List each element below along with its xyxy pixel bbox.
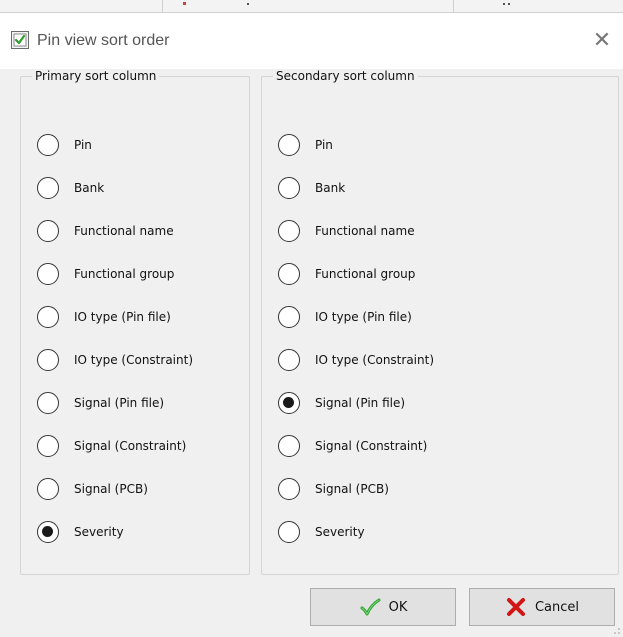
radio-label: IO type (Constraint) (315, 353, 434, 367)
cancel-button[interactable]: Cancel (469, 588, 615, 626)
sort-order-dialog: Pin view sort order ✕ Primary sort colum… (0, 14, 623, 637)
cancel-button-label: Cancel (534, 599, 580, 615)
primary-radio-bank[interactable]: Bank (37, 175, 104, 201)
primary-sort-legend: Primary sort column (35, 69, 157, 83)
radio-selected-indicator[interactable] (37, 521, 59, 543)
radio-label: Bank (74, 181, 105, 195)
resize-grip-icon[interactable] (613, 627, 621, 635)
radio-indicator[interactable] (278, 134, 300, 156)
primary-radio-signal-constraint[interactable]: Signal (Constraint) (37, 433, 186, 459)
title-bar[interactable]: Pin view sort order ✕ (0, 14, 623, 69)
radio-label: Signal (PCB) (74, 482, 148, 496)
secondary-sort-legend: Secondary sort column (276, 69, 415, 83)
background-dot (503, 3, 505, 5)
secondary-sort-group: Secondary sort column Pin Bank Functional … (261, 69, 619, 575)
radio-label: Signal (PCB) (315, 482, 389, 496)
primary-radio-io-type-pin-file[interactable]: IO type (Pin file) (37, 304, 171, 330)
secondary-radio-io-type-pin-file[interactable]: IO type (Pin file) (278, 304, 412, 330)
dialog-client-area: Primary sort column Pin Bank Functional na… (0, 69, 623, 637)
radio-label: Bank (315, 181, 346, 195)
radio-indicator[interactable] (37, 220, 59, 242)
radio-label: IO type (Pin file) (74, 310, 171, 324)
radio-indicator[interactable] (278, 435, 300, 457)
secondary-radio-signal-constraint[interactable]: Signal (Constraint) (278, 433, 427, 459)
ok-button-label: OK (388, 599, 408, 615)
primary-radio-functional-name[interactable]: Functional name (37, 218, 174, 244)
green-checkmark-icon (359, 597, 381, 617)
radio-label: Functional group (74, 267, 175, 281)
secondary-radio-pin[interactable]: Pin (278, 132, 333, 158)
radio-indicator[interactable] (37, 306, 59, 328)
red-x-icon (505, 597, 527, 617)
radio-indicator[interactable] (278, 306, 300, 328)
radio-indicator[interactable] (278, 478, 300, 500)
radio-label: IO type (Pin file) (315, 310, 412, 324)
radio-indicator[interactable] (37, 478, 59, 500)
background-divider (162, 0, 163, 12)
radio-label: IO type (Constraint) (74, 353, 193, 367)
radio-indicator[interactable] (278, 349, 300, 371)
radio-label: Signal (Constraint) (315, 439, 428, 453)
primary-radio-signal-pin-file[interactable]: Signal (Pin file) (37, 390, 164, 416)
radio-indicator[interactable] (278, 220, 300, 242)
primary-sort-group: Primary sort column Pin Bank Functional na… (20, 69, 250, 575)
radio-label: Pin (315, 138, 333, 152)
secondary-radio-functional-group[interactable]: Functional group (278, 261, 415, 287)
radio-label: Signal (Pin file) (74, 396, 165, 410)
close-button[interactable]: ✕ (585, 24, 619, 58)
radio-label: Functional group (315, 267, 416, 281)
background-marker (183, 2, 186, 5)
background-dot (247, 3, 249, 5)
secondary-radio-severity[interactable]: Severity (278, 519, 365, 545)
background-dot (508, 3, 510, 5)
app-checkbox-icon (11, 31, 29, 49)
radio-label: Signal (Constraint) (74, 439, 187, 453)
radio-indicator[interactable] (278, 177, 300, 199)
radio-label: Functional name (74, 224, 174, 238)
radio-label: Functional name (315, 224, 415, 238)
dialog-title: Pin view sort order (37, 32, 170, 49)
primary-radio-pin[interactable]: Pin (37, 132, 92, 158)
radio-label: Severity (315, 525, 365, 539)
background-window-strip (0, 0, 623, 13)
radio-indicator[interactable] (278, 521, 300, 543)
radio-indicator[interactable] (37, 435, 59, 457)
radio-indicator[interactable] (37, 349, 59, 371)
ok-button[interactable]: OK (310, 588, 456, 626)
primary-radio-severity[interactable]: Severity (37, 519, 124, 545)
radio-indicator[interactable] (37, 263, 59, 285)
radio-label: Severity (74, 525, 124, 539)
radio-selected-indicator[interactable] (278, 392, 300, 414)
primary-radio-functional-group[interactable]: Functional group (37, 261, 174, 287)
secondary-radio-signal-pin-file[interactable]: Signal (Pin file) (278, 390, 405, 416)
secondary-radio-io-type-constraint[interactable]: IO type (Constraint) (278, 347, 434, 373)
radio-indicator[interactable] (37, 177, 59, 199)
secondary-radio-bank[interactable]: Bank (278, 175, 345, 201)
radio-indicator[interactable] (278, 263, 300, 285)
primary-radio-io-type-constraint[interactable]: IO type (Constraint) (37, 347, 193, 373)
secondary-radio-functional-name[interactable]: Functional name (278, 218, 415, 244)
primary-radio-signal-pcb[interactable]: Signal (PCB) (37, 476, 148, 502)
radio-indicator[interactable] (37, 134, 59, 156)
radio-indicator[interactable] (37, 392, 59, 414)
secondary-radio-signal-pcb[interactable]: Signal (PCB) (278, 476, 389, 502)
radio-label: Signal (Pin file) (315, 396, 406, 410)
radio-label: Pin (74, 138, 92, 152)
background-divider (453, 0, 454, 12)
